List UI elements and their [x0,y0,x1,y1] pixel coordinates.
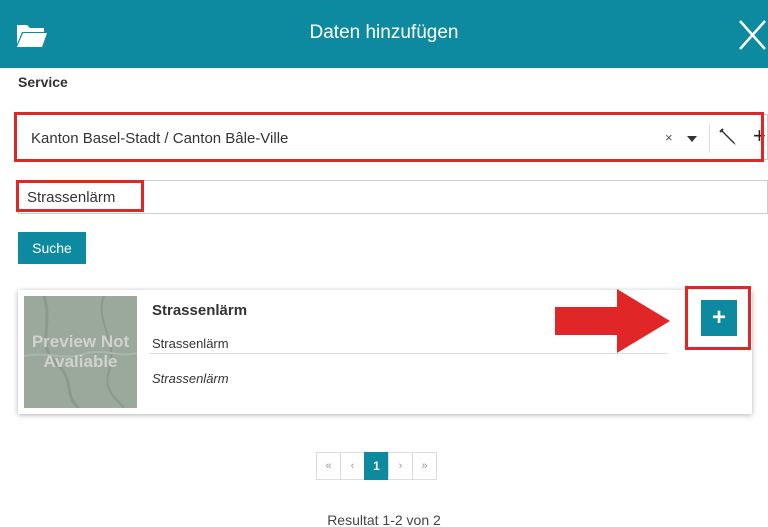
clear-selection-button[interactable]: × [665,130,673,145]
search-button[interactable]: Suche [18,232,86,264]
service-selected-value[interactable]: Kanton Basel-Stadt / Canton Bâle-Ville [31,130,288,147]
service-label: Service [18,74,68,90]
prev-page-button[interactable]: ‹ [340,452,365,480]
pagination: « ‹ 1 › » [316,452,437,482]
thumbnail-placeholder-text: Preview Not Avaliable [31,332,130,371]
current-page-button[interactable]: 1 [364,452,389,480]
red-arrow-icon [555,289,670,353]
result-thumbnail: Preview Not Avaliable [24,296,137,408]
chevron-down-icon[interactable] [687,136,697,142]
dialog-header: Daten hinzufügen [0,0,768,68]
add-service-button[interactable]: + [753,123,766,149]
search-input[interactable] [18,180,768,214]
add-layer-button[interactable]: + [701,300,737,336]
first-page-button[interactable]: « [316,452,341,480]
service-select[interactable]: Kanton Basel-Stadt / Canton Bâle-Ville ×… [16,114,768,160]
pencil-icon[interactable] [717,126,739,148]
last-page-button[interactable]: » [412,452,437,480]
result-count: Resultat 1-2 von 2 [327,512,441,527]
result-title: Strassenlärm [152,302,248,319]
plus-icon: + [711,304,726,331]
next-page-button[interactable]: › [388,452,413,480]
dialog-title: Daten hinzufügen [309,22,459,43]
result-description: Strassenlärm [152,371,229,386]
divider [150,353,668,354]
result-subtitle: Strassenlärm [152,336,229,351]
divider [709,123,710,153]
close-icon[interactable] [737,18,767,52]
